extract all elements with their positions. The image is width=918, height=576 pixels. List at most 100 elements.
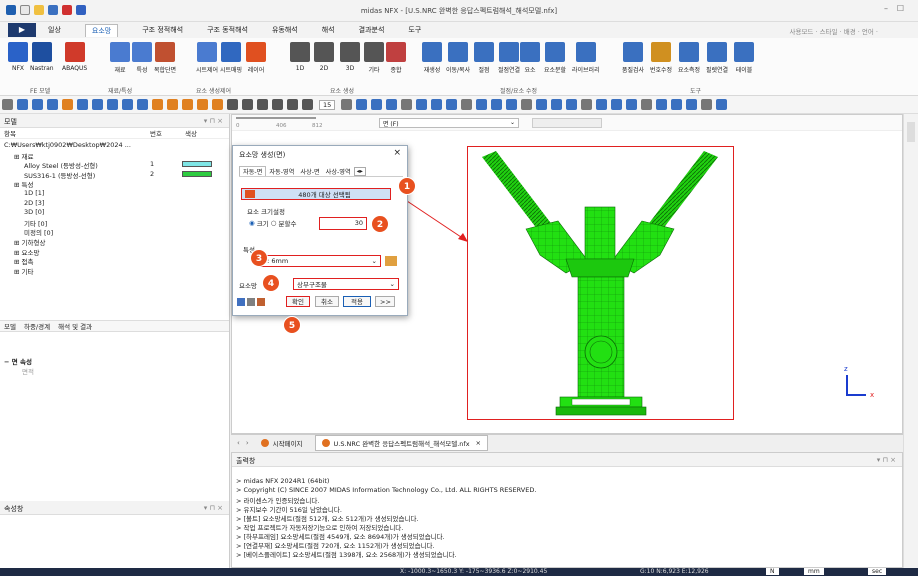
toolbar-button-b15[interactable] (566, 99, 578, 110)
menu-analysis[interactable]: 해석 (322, 25, 335, 35)
tab-loads[interactable]: 하중/경계 (20, 321, 54, 331)
unit-time-select[interactable]: sec (868, 568, 887, 575)
toolbar-button-5[interactable] (77, 99, 88, 110)
tab-scroll-icon[interactable]: ◂▸ (353, 166, 366, 176)
ribbon-button-2[interactable]: ABAQUS (62, 42, 87, 72)
property-edit-icon[interactable] (385, 256, 397, 266)
panel-controls-icon[interactable]: ▾ ⊓ × (204, 117, 223, 125)
table-icon[interactable] (237, 298, 245, 306)
toolbar-button-b16[interactable] (581, 99, 593, 110)
ribbon-button-17[interactable]: 절점연결 (498, 42, 520, 74)
tab-map-region[interactable]: 사상-영역 (323, 167, 354, 176)
toolbar-button-11[interactable] (167, 99, 178, 110)
toolbar-button-10[interactable] (152, 99, 163, 110)
close-icon[interactable]: × (393, 148, 401, 158)
app-menu-button[interactable]: ▶ (8, 23, 36, 37)
tree-item[interactable]: 1D [1] (0, 189, 229, 199)
toolbar-button-b12[interactable] (521, 99, 533, 110)
toolbar-button-14[interactable] (212, 99, 223, 110)
tab-auto-face[interactable]: 자동-면 (239, 166, 267, 176)
tab-model-file[interactable]: U.S.NRC 완벽한 응답스펙트럼해석_해석모델.nfx × (314, 434, 488, 451)
toolbar-button-4[interactable] (62, 99, 73, 110)
menu-static[interactable]: 구조 정적해석 (142, 25, 183, 35)
ribbon-button-14[interactable]: 재생성 (422, 42, 442, 74)
toolbar-button-b23[interactable] (686, 99, 698, 110)
ribbon-button-19[interactable]: 요소분할 (544, 42, 566, 74)
tab-start-page[interactable]: 시작페이지 (255, 436, 309, 450)
ribbon-button-4[interactable]: 특성 (132, 42, 152, 74)
toolbar-button-b25[interactable] (716, 99, 728, 110)
toolbar-button-b9[interactable] (476, 99, 488, 110)
toolbar-button-b1[interactable] (356, 99, 368, 110)
tree-item[interactable]: SUS316-1 (등방성-선형) 2 (0, 170, 229, 180)
toolbar-button-b3[interactable] (386, 99, 398, 110)
menu-daily[interactable]: 일상 (48, 25, 61, 35)
tree-item[interactable]: 기타 [0] (0, 218, 229, 228)
menu-dynamic[interactable]: 구조 동적해석 (207, 25, 248, 35)
toolbar-button-b7[interactable] (446, 99, 458, 110)
maximize-icon[interactable]: ☐ (897, 4, 904, 13)
toolbar-button-12[interactable] (182, 99, 193, 110)
ribbon-button-20[interactable]: 라이브러리 (572, 42, 600, 74)
mesh-set-select[interactable]: 상부구조물 ⌄ (293, 278, 399, 290)
close-icon[interactable]: × (476, 439, 481, 447)
menu-mesh[interactable]: 요소망 (84, 23, 119, 37)
tree-item[interactable]: 2D [3] (0, 199, 229, 209)
toolbar-button-19[interactable] (287, 99, 298, 110)
toolbar-button-18[interactable] (272, 99, 283, 110)
ribbon-button-21[interactable]: 품질검사 (622, 42, 644, 74)
toolbar-button-b17[interactable] (596, 99, 608, 110)
tree-item[interactable]: 3D [0] (0, 208, 229, 218)
ribbon-button-7[interactable]: 시트매핑 (220, 42, 242, 74)
tree-item[interactable]: ⊞ 특성 (0, 179, 229, 189)
toolbar-button-20[interactable] (302, 99, 313, 110)
preview-icon[interactable] (247, 298, 255, 306)
apply-button[interactable]: 적용 (343, 296, 371, 307)
more-button[interactable]: >> (375, 296, 395, 307)
toolbar-button-0[interactable] (2, 99, 13, 110)
toolbar-button-b21[interactable] (656, 99, 668, 110)
size-input[interactable]: 30 (319, 217, 367, 230)
tab-auto-region[interactable]: 자동-영역 (266, 167, 297, 176)
ribbon-button-5[interactable]: 복합단면 (154, 42, 176, 74)
ribbon-button-13[interactable]: 종합 (386, 42, 406, 74)
toolbar-button-3[interactable] (47, 99, 58, 110)
toolbar-button-16[interactable] (242, 99, 253, 110)
toolbar-button-6[interactable] (92, 99, 103, 110)
tab-model[interactable]: 모델 (0, 321, 20, 331)
ribbon-button-25[interactable]: 테이블 (734, 42, 754, 74)
zoom-input[interactable]: 15 (319, 99, 336, 110)
ribbon-button-11[interactable]: 3D (340, 42, 360, 72)
property-panel-controls-icon[interactable]: ▾ ⊓ × (204, 504, 223, 512)
ok-button[interactable]: 확인 (286, 296, 310, 307)
filter-select[interactable]: 면 (F) ⌄ (379, 118, 519, 128)
menu-cfd[interactable]: 유동해석 (272, 25, 298, 35)
menu-results[interactable]: 결과분석 (359, 25, 385, 35)
tree-item[interactable]: ⊞ 요소망 (0, 247, 229, 257)
tab-prev-icon[interactable]: ‹ (237, 439, 240, 447)
toolbar-button-8[interactable] (122, 99, 133, 110)
ribbon-button-10[interactable]: 2D (314, 42, 334, 72)
tab-map-face[interactable]: 사상-면 (297, 167, 322, 176)
ribbon-button-3[interactable]: 재료 (110, 42, 130, 74)
toolbar-button-b5[interactable] (416, 99, 428, 110)
menu-right-options[interactable]: 사용모드 · 스타일 · 배경 · 언어 · (789, 26, 878, 36)
ribbon-button-12[interactable]: 기타 (364, 42, 384, 74)
tree-item[interactable]: ⊞ 재료 (0, 151, 229, 161)
ribbon-button-9[interactable]: 1D (290, 42, 310, 72)
toolbar-button-9[interactable] (137, 99, 148, 110)
unit-length-select[interactable]: mm (804, 568, 824, 575)
toolbar-button-17[interactable] (257, 99, 268, 110)
toolbar-button-15[interactable] (227, 99, 238, 110)
toolbar-button-1[interactable] (17, 99, 28, 110)
toolbar-button-2[interactable] (32, 99, 43, 110)
tree-item[interactable]: ⊞ 기타 (0, 266, 229, 276)
options-icon[interactable] (257, 298, 265, 306)
property-select[interactable]: 1: 6mm ⌄ (259, 255, 381, 267)
side-panel-tab[interactable] (907, 122, 915, 142)
ribbon-button-15[interactable]: 이동/복사 (446, 42, 470, 74)
ribbon-button-8[interactable]: 레이어 (246, 42, 266, 74)
toolbar-button-b20[interactable] (641, 99, 653, 110)
ribbon-button-22[interactable]: 번호수정 (650, 42, 672, 74)
toolbar-button-b8[interactable] (461, 99, 473, 110)
